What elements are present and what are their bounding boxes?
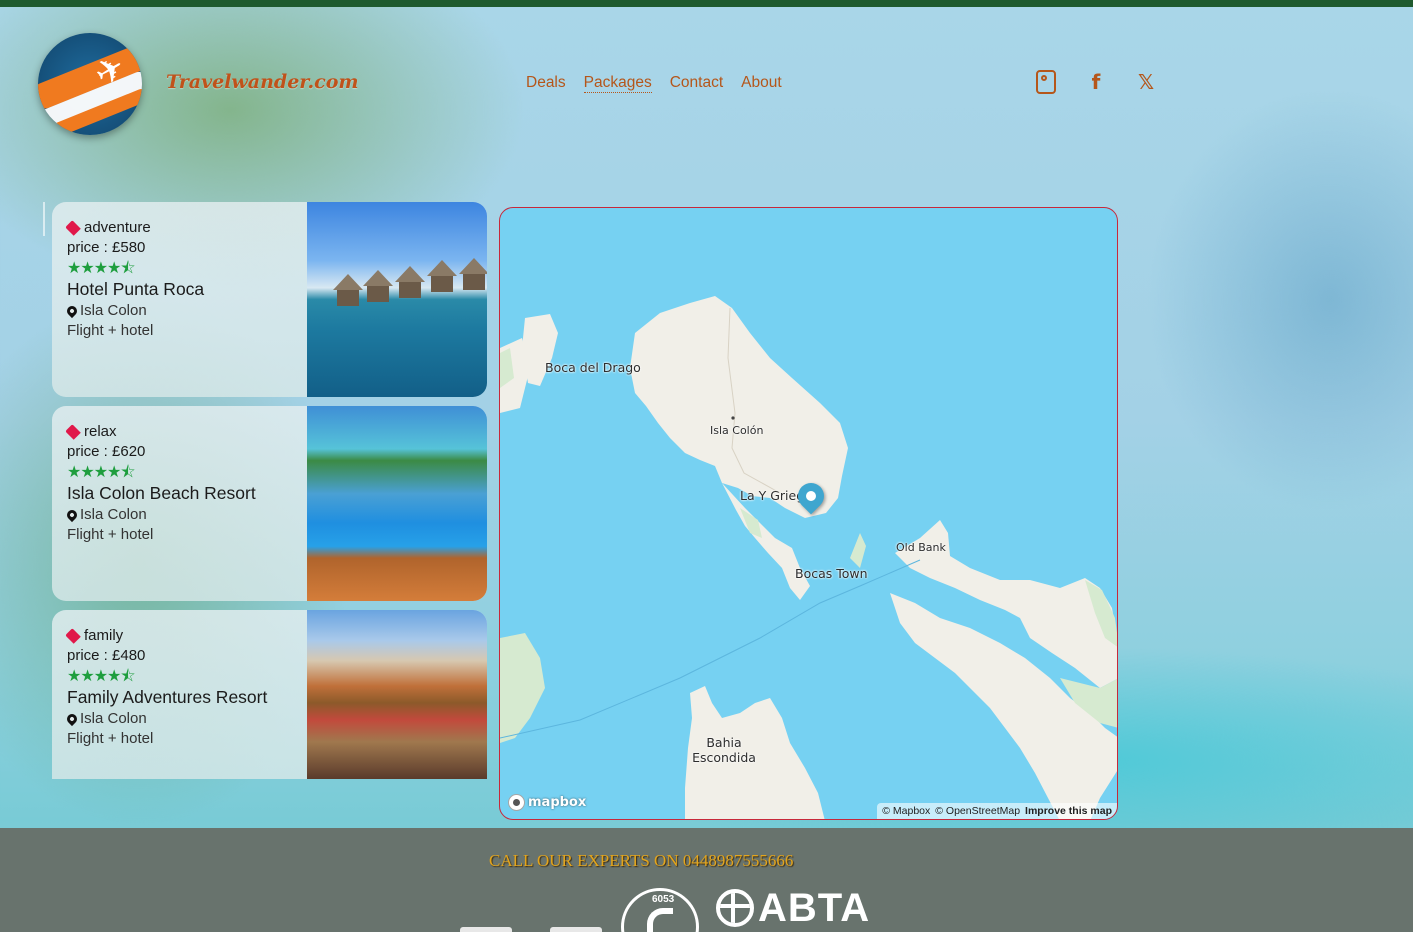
atol-number: 6053 [652, 894, 675, 905]
hotel-photo[interactable] [307, 406, 487, 601]
nav-contact[interactable]: Contact [670, 74, 723, 93]
scroll-indicator [43, 202, 45, 236]
abta-logo: ABTA [716, 888, 870, 928]
abta-globe-icon [716, 889, 754, 927]
nav-about[interactable]: About [741, 74, 782, 93]
package-type: Flight + hotel [67, 322, 154, 339]
location-pin-icon [64, 507, 80, 522]
package-info: adventure price : £580 ★★★★⯪ Hotel Punta… [64, 218, 205, 343]
hotel-name: Family Adventures Resort [67, 687, 268, 707]
package-info: relax price : £620 ★★★★⯪ Isla Colon Beac… [64, 422, 256, 547]
package-tag: adventure [84, 219, 151, 236]
tag-icon [65, 219, 81, 236]
brand-name[interactable]: Travelwander.com [166, 71, 359, 93]
nav-packages[interactable]: Packages [583, 74, 652, 93]
package-location: Isla Colon [80, 506, 147, 523]
map-attribution: © Mapbox © OpenStreetMap Improve this ma… [877, 803, 1117, 819]
call-experts-text: CALL OUR EXPERTS ON 0448987555666 [489, 851, 794, 870]
logo[interactable]: ✈ [38, 33, 142, 135]
attribution-mapbox[interactable]: © Mapbox [882, 805, 930, 817]
nav-deals[interactable]: Deals [526, 74, 566, 93]
package-tag: relax [84, 423, 117, 440]
instagram-icon[interactable] [1036, 70, 1056, 94]
main-nav: Deals Packages Contact About [526, 74, 782, 93]
map-label: Isla Colón [710, 424, 764, 437]
social-links: f 𝕏 [1036, 70, 1156, 94]
footer-badge [460, 927, 512, 932]
hotel-photo[interactable] [307, 610, 487, 779]
mapbox-logo[interactable]: mapbox [508, 794, 586, 811]
package-tag: family [84, 627, 124, 644]
package-price: price : £620 [67, 443, 146, 460]
hotel-name: Isla Colon Beach Resort [67, 483, 256, 503]
attribution-osm[interactable]: © OpenStreetMap [935, 805, 1020, 817]
package-location: Isla Colon [80, 710, 147, 727]
location-pin-icon [64, 711, 80, 726]
x-icon[interactable]: 𝕏 [1136, 70, 1156, 94]
tag-icon [65, 627, 81, 644]
location-pin-icon [64, 303, 80, 318]
star-rating: ★★★★⯪ [67, 260, 136, 277]
map-label: Bocas Town [795, 566, 868, 581]
hotel-photo[interactable] [307, 202, 487, 397]
tag-icon [65, 423, 81, 440]
facebook-icon[interactable]: f [1086, 70, 1106, 94]
map[interactable]: Boca del Drago Isla Colón La Y Griega Ol… [499, 207, 1118, 820]
package-card[interactable]: adventure price : £580 ★★★★⯪ Hotel Punta… [52, 202, 487, 397]
footer [0, 828, 1413, 932]
hotel-name: Hotel Punta Roca [67, 279, 205, 299]
map-label: Bahia Escondida [692, 735, 756, 765]
mapbox-icon [508, 794, 525, 811]
package-card[interactable]: family price : £480 ★★★★⯪ Family Adventu… [52, 610, 487, 779]
top-bar [0, 0, 1413, 7]
atol-mark-icon [647, 908, 673, 932]
map-label: Boca del Drago [545, 360, 641, 375]
improve-map-link[interactable]: Improve this map [1025, 805, 1112, 817]
map-land [500, 296, 1117, 819]
package-price: price : £480 [67, 647, 146, 664]
package-type: Flight + hotel [67, 730, 154, 747]
package-price: price : £580 [67, 239, 146, 256]
footer-badge [550, 927, 602, 932]
package-info: family price : £480 ★★★★⯪ Family Adventu… [64, 626, 268, 751]
package-location: Isla Colon [80, 302, 147, 319]
package-card[interactable]: relax price : £620 ★★★★⯪ Isla Colon Beac… [52, 406, 487, 601]
star-rating: ★★★★⯪ [67, 668, 136, 685]
package-type: Flight + hotel [67, 526, 154, 543]
map-label: Old Bank [896, 541, 946, 554]
star-rating: ★★★★⯪ [67, 464, 136, 481]
